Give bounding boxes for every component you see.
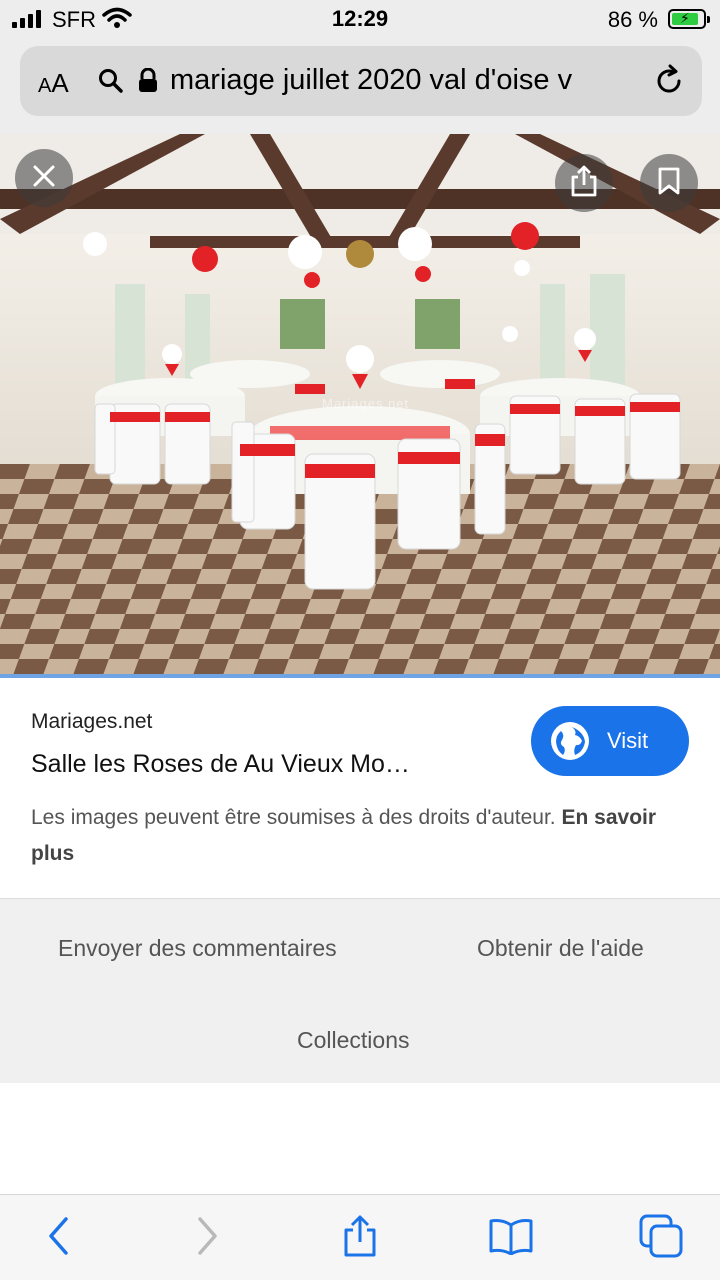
feedback-link[interactable]: Envoyer des commentaires [58,935,337,962]
globe-icon [551,722,589,760]
battery-percent: 86 % [607,7,658,32]
help-link[interactable]: Obtenir de l'aide [477,935,644,962]
share-page-button[interactable] [335,1213,385,1263]
footer-links: Envoyer des commentaires Obtenir de l'ai… [0,898,720,1083]
back-icon [46,1216,72,1261]
result-source[interactable]: Mariages.net [31,710,152,734]
browser-toolbar [0,1194,720,1280]
copyright-notice: Les images peuvent être soumises à des d… [31,800,671,872]
close-icon [31,163,57,194]
collections-link[interactable]: Collections [297,1027,410,1054]
search-icon [98,68,124,99]
share-icon [570,164,598,203]
reload-icon[interactable] [652,64,686,103]
close-button[interactable] [15,149,73,207]
rights-text: Les images peuvent être soumises à des d… [31,806,556,829]
url-text[interactable]: mariage juillet 2020 val d'oise v [170,64,632,97]
visit-button[interactable]: Visit [531,706,689,776]
tabs-icon [638,1213,686,1264]
text-size-button[interactable]: AA [38,68,69,99]
address-bar-area: AA mariage juillet 2020 val d'oise v [0,40,720,134]
bookmark-icon [657,166,681,201]
image-watermark: Mariages.net [322,396,410,411]
visit-label: Visit [607,728,649,753]
save-button[interactable] [640,154,698,212]
result-title[interactable]: Salle les Roses de Au Vieux Mo… [31,750,410,779]
tabs-button[interactable] [637,1213,687,1263]
address-bar[interactable]: AA mariage juillet 2020 val d'oise v [20,46,702,116]
share-icon [340,1213,380,1264]
book-icon [488,1217,534,1260]
image-loading-bar [0,674,720,678]
share-button[interactable] [555,154,613,212]
back-button[interactable] [34,1213,84,1263]
forward-icon [194,1216,220,1261]
battery-icon: ⚡ [668,9,710,29]
status-bar: SFR 12:29 86 % ⚡ [0,0,720,40]
lock-icon [137,67,159,99]
bookmarks-button[interactable] [486,1213,536,1263]
image-preview[interactable]: Mariages.net [0,134,720,676]
forward-button[interactable] [182,1213,232,1263]
